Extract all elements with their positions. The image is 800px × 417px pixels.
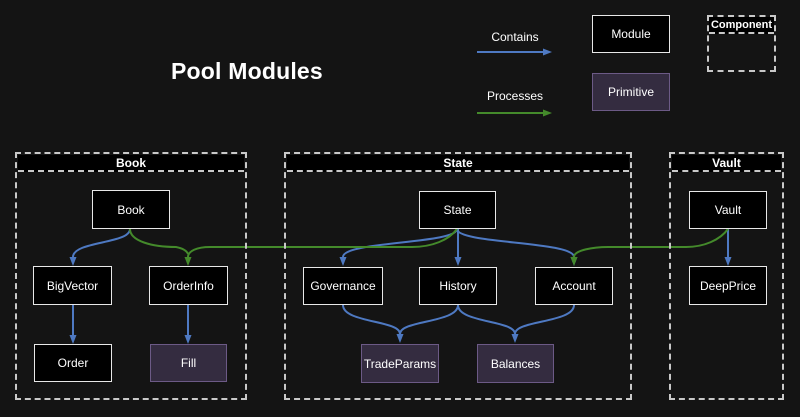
node-book: Book bbox=[92, 190, 170, 229]
node-bigvector: BigVector bbox=[33, 266, 112, 305]
legend-component-label: Component bbox=[709, 17, 774, 34]
node-balances: Balances bbox=[477, 344, 554, 383]
node-state-label: State bbox=[443, 203, 471, 217]
node-order: Order bbox=[34, 344, 112, 382]
node-account: Account bbox=[535, 267, 613, 305]
node-history: History bbox=[419, 267, 497, 305]
node-tradeparams: TradeParams bbox=[361, 344, 439, 383]
node-fill-label: Fill bbox=[181, 356, 196, 370]
diagram-canvas: Pool Modules Contains Processes Module P… bbox=[0, 0, 800, 417]
legend-primitive-label: Primitive bbox=[608, 85, 654, 99]
legend-primitive-box: Primitive bbox=[592, 73, 670, 111]
page-title: Pool Modules bbox=[171, 58, 323, 85]
node-orderinfo-label: OrderInfo bbox=[163, 279, 214, 293]
legend-module-label: Module bbox=[611, 27, 650, 41]
node-vault-label: Vault bbox=[715, 203, 741, 217]
legend-component-box: Component bbox=[707, 15, 776, 72]
legend-contains-label: Contains bbox=[477, 30, 553, 44]
legend-processes-label: Processes bbox=[477, 89, 553, 103]
legend-module-box: Module bbox=[592, 15, 670, 53]
node-governance: Governance bbox=[303, 267, 383, 305]
node-governance-label: Governance bbox=[310, 279, 375, 293]
node-balances-label: Balances bbox=[491, 357, 540, 371]
section-vault-title: Vault bbox=[672, 155, 781, 172]
node-vault: Vault bbox=[689, 191, 767, 229]
node-tradeparams-label: TradeParams bbox=[364, 357, 436, 371]
node-deepprice-label: DeepPrice bbox=[700, 279, 756, 293]
node-deepprice: DeepPrice bbox=[689, 266, 767, 305]
section-state-title: State bbox=[287, 155, 629, 172]
node-order-label: Order bbox=[58, 356, 89, 370]
node-account-label: Account bbox=[552, 279, 595, 293]
node-state: State bbox=[419, 191, 496, 229]
section-book-title: Book bbox=[18, 155, 244, 172]
node-orderinfo: OrderInfo bbox=[149, 266, 228, 305]
node-bigvector-label: BigVector bbox=[47, 279, 98, 293]
node-book-label: Book bbox=[117, 203, 144, 217]
node-fill: Fill bbox=[150, 344, 227, 382]
node-history-label: History bbox=[439, 279, 476, 293]
